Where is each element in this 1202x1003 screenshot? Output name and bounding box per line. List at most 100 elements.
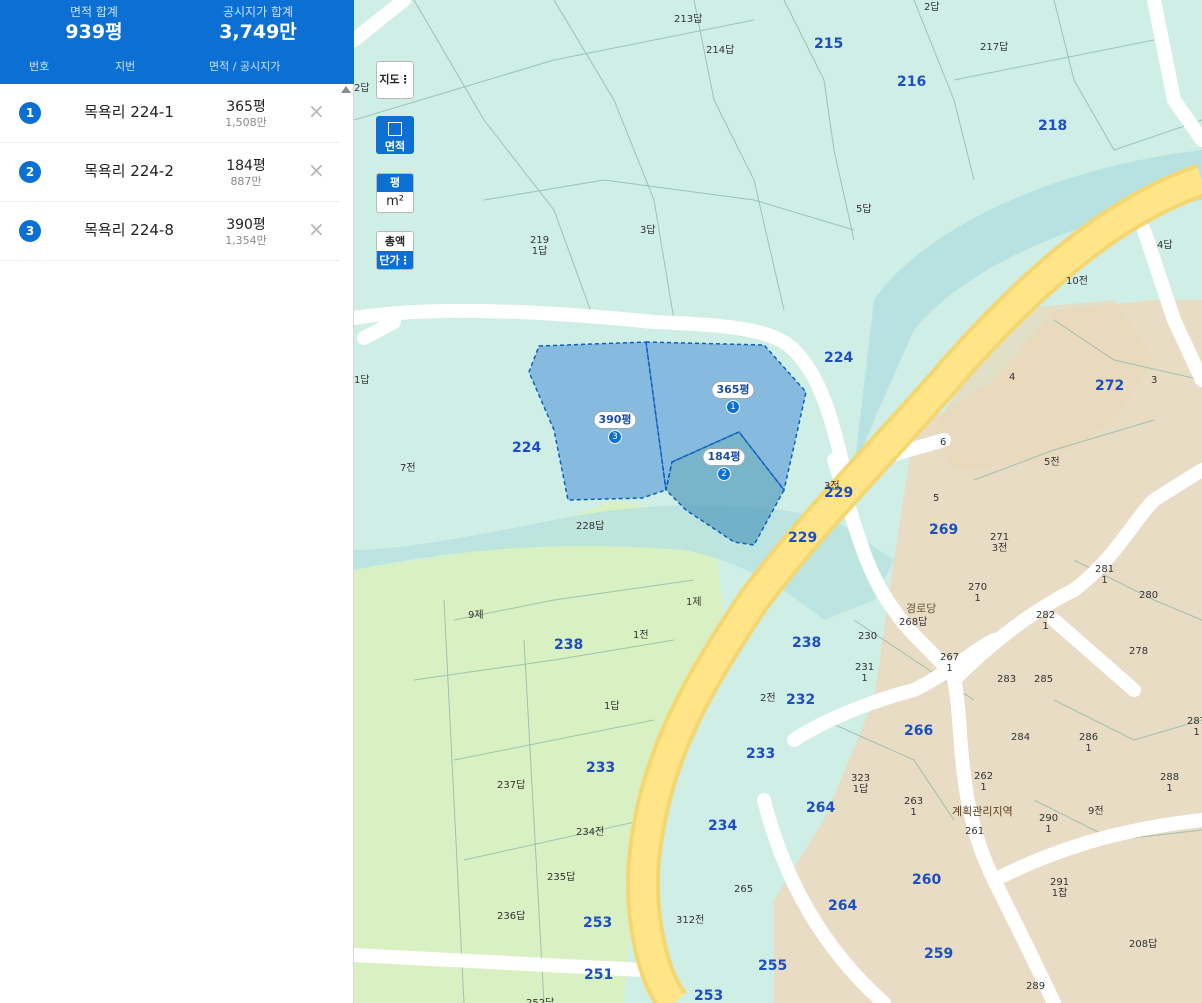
- lot-number-label: 287 1: [1187, 716, 1202, 738]
- map-canvas: [354, 0, 1202, 1003]
- lot-number-label: 261: [965, 826, 985, 837]
- lot-number-label: 235답: [547, 872, 576, 883]
- lot-number-label: 266: [904, 723, 934, 739]
- item-number-badge: 3: [19, 220, 41, 242]
- list-item[interactable]: 3 목욕리 224-8 390평 1,354만 ×: [0, 202, 340, 261]
- list-item[interactable]: 1 목욕리 224-1 365평 1,508만 ×: [0, 84, 340, 143]
- lot-number-label: 5전: [1044, 457, 1060, 468]
- lot-number-label: 264: [828, 898, 858, 914]
- lot-number-label: 259: [924, 946, 954, 962]
- map-type-label: 지도: [379, 73, 400, 86]
- lot-number-label: 265: [734, 884, 754, 895]
- price-total-label: 공시지가 합계: [222, 5, 294, 19]
- lot-number-label: 278: [1129, 646, 1149, 657]
- lot-number-label: 312전: [676, 915, 705, 926]
- lot-number-label: 252답: [526, 998, 554, 1003]
- summary-header: 면적 합계 939평 공시지가 합계 3,749만 번호 지번 면적 / 공시지…: [0, 0, 354, 84]
- lot-number-label: 230: [858, 631, 878, 642]
- lot-number-label: 219 1답: [530, 235, 550, 257]
- area-select-icon: [388, 122, 402, 136]
- parcel-marker-1[interactable]: 1: [726, 400, 740, 414]
- parcel-sidebar: 면적 합계 939평 공시지가 합계 3,749만 번호 지번 면적 / 공시지…: [0, 0, 354, 1003]
- lot-number-label: 234: [708, 818, 738, 834]
- lot-number-label: 217답: [980, 42, 1009, 53]
- scroll-up-arrow-icon[interactable]: [341, 86, 351, 93]
- col-header-no: 번호: [29, 60, 50, 73]
- lot-number-label: 208답: [1129, 939, 1158, 950]
- parcel-list: 1 목욕리 224-1 365평 1,508만 × 2 목욕리 224-2 18…: [0, 84, 340, 261]
- lot-number-label: 2답: [924, 2, 940, 13]
- lot-number-label: 5답: [856, 204, 872, 215]
- building-label: 경로당: [906, 602, 937, 615]
- lot-number-label: 267 1: [940, 652, 960, 674]
- lot-number-label: 284: [1011, 732, 1031, 743]
- lot-number-label: 234전: [576, 827, 605, 838]
- lot-number-label: 289: [1026, 981, 1046, 992]
- lot-number-label: 238: [792, 635, 822, 651]
- item-parcel: 목욕리 224-8: [84, 221, 174, 239]
- lot-number-label: 253: [694, 988, 724, 1003]
- lot-number-label: 288 1: [1160, 772, 1180, 794]
- col-header-area-price: 면적 / 공시지가: [209, 60, 281, 73]
- lot-number-label: 1답: [604, 701, 620, 712]
- lot-number-label: 291 1잡: [1050, 877, 1070, 899]
- list-item[interactable]: 2 목욕리 224-2 184평 887만 ×: [0, 143, 340, 202]
- lot-number-label: 271 3전: [990, 532, 1010, 554]
- lot-number-label: 214답: [706, 45, 735, 56]
- lot-number-label: 237답: [497, 780, 526, 791]
- lot-number-label: 232: [786, 692, 816, 708]
- item-parcel: 목욕리 224-1: [84, 103, 174, 121]
- map-type-button[interactable]: 지도⋮: [376, 61, 414, 99]
- parcel-area-pill-3: 390평: [593, 411, 637, 429]
- lot-number-label: 231 1: [855, 662, 875, 684]
- lot-number-label: 3전: [824, 481, 840, 492]
- lot-number-label: 255: [758, 958, 788, 974]
- parcel-marker-3[interactable]: 3: [608, 430, 622, 444]
- lot-number-label: 281 1: [1095, 564, 1115, 586]
- remove-icon[interactable]: ×: [308, 158, 325, 182]
- lot-number-label: 323 1답: [851, 773, 871, 795]
- unit-price-option[interactable]: 단가⋮: [377, 251, 413, 269]
- total-price-option[interactable]: 총액: [377, 232, 413, 251]
- lot-number-label: 238: [554, 637, 584, 653]
- lot-number-label: 272: [1095, 378, 1125, 394]
- item-price: 1,354만: [225, 234, 267, 247]
- lot-number-label: 4: [1009, 372, 1016, 383]
- lot-number-label: 224: [824, 350, 854, 366]
- item-number-badge: 2: [19, 161, 41, 183]
- price-total-value: 3,749만: [219, 21, 297, 43]
- parcel-marker-2[interactable]: 2: [717, 467, 731, 481]
- remove-icon[interactable]: ×: [308, 217, 325, 241]
- unit-m2-option[interactable]: m²: [377, 192, 413, 212]
- lot-number-label: 213답: [674, 14, 703, 25]
- parcel-area-pill-1: 365평: [711, 381, 755, 399]
- lot-number-label: 233: [586, 760, 616, 776]
- lot-number-label: 263 1: [904, 796, 924, 818]
- item-area: 184평: [226, 158, 266, 174]
- lot-number-label: 282 1: [1036, 610, 1056, 632]
- more-dots-icon: ⋮: [399, 73, 411, 86]
- lot-number-label: 251: [584, 967, 614, 983]
- unit-pyeong-option[interactable]: 평: [377, 174, 413, 192]
- area-total-value: 939평: [65, 21, 123, 43]
- lot-number-label: 9전: [1088, 806, 1104, 817]
- item-price: 1,508만: [225, 116, 267, 129]
- lot-number-label: 260: [912, 872, 942, 888]
- zone-label: 계획관리지역: [952, 805, 1013, 818]
- lot-number-label: 216: [897, 74, 927, 90]
- lot-number-label: 4답: [1157, 240, 1173, 251]
- lot-number-label: 1전: [633, 630, 649, 641]
- lot-number-label: 5: [933, 493, 940, 504]
- lot-number-label: 253: [583, 915, 613, 931]
- item-area: 365평: [226, 99, 266, 115]
- lot-number-label: 286 1: [1079, 732, 1099, 754]
- lot-number-label: 218: [1038, 118, 1068, 134]
- lot-number-label: 280: [1139, 590, 1159, 601]
- col-header-parcel: 지번: [115, 60, 136, 73]
- remove-icon[interactable]: ×: [308, 99, 325, 123]
- map-view[interactable]: 215 216 217답 218 214답 213답 224 224 229 229 269 271 …: [354, 0, 1202, 1003]
- area-measure-button[interactable]: 면적: [376, 116, 414, 154]
- lot-number-label: 269: [929, 522, 959, 538]
- lot-number-label: 283: [997, 674, 1017, 685]
- unit-toggle: 평 m²: [376, 173, 414, 213]
